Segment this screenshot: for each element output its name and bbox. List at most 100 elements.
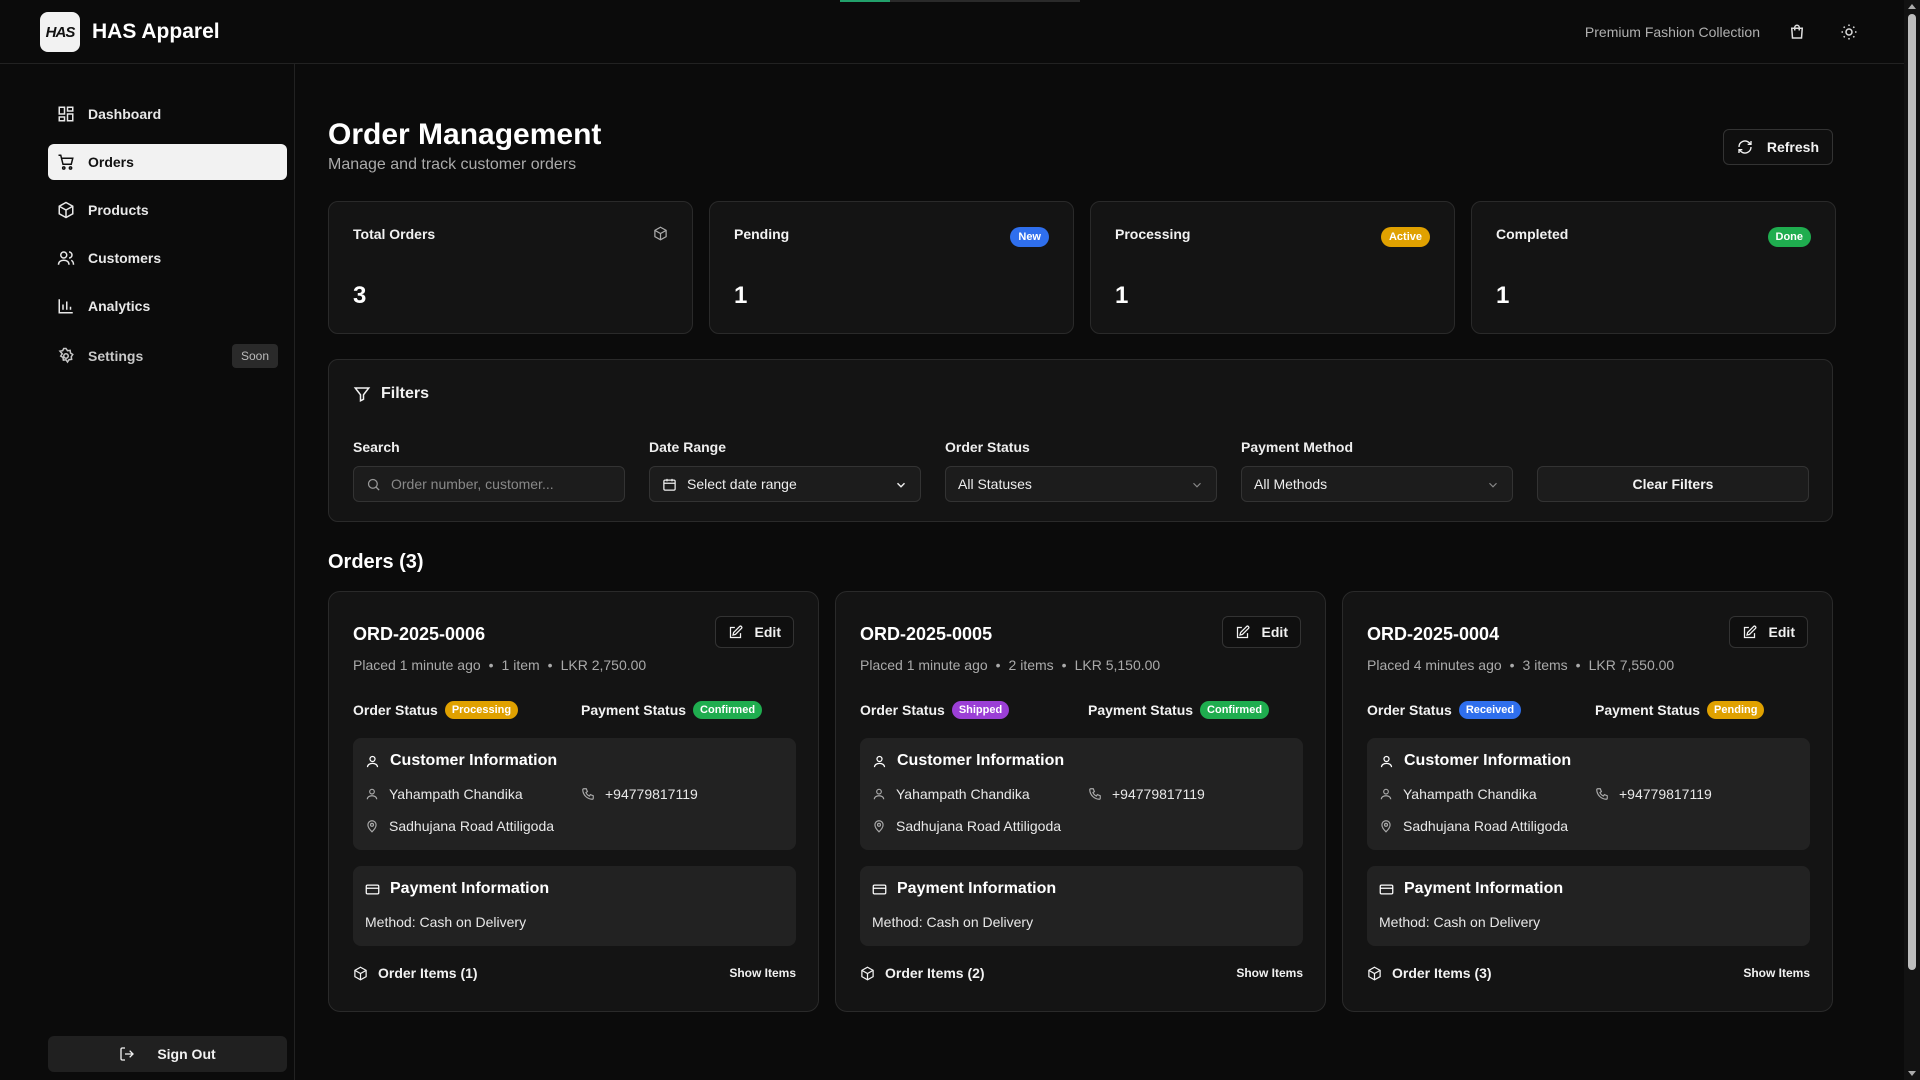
order-total: LKR 7,550.00	[1588, 657, 1675, 673]
user-icon	[1379, 787, 1393, 801]
payment-method: Method: Cash on Delivery	[365, 914, 527, 930]
orders-list: ORD-2025-0006 Edit Placed 1 minute ago • …	[328, 591, 1833, 1012]
payment-method-group: Payment Method All Methods	[1241, 439, 1513, 502]
show-items-button[interactable]: Show Items	[1743, 966, 1810, 980]
credit-card-icon	[1379, 882, 1394, 897]
payment-status-label: Payment Status	[1595, 702, 1701, 718]
box-icon	[653, 226, 668, 241]
customer-info-title: Customer Information	[1404, 752, 1572, 769]
date-range-value: Select date range	[687, 476, 797, 492]
show-items-button[interactable]: Show Items	[1236, 966, 1303, 980]
stat-label: Pending	[734, 226, 790, 242]
edit-icon	[1235, 625, 1250, 640]
users-icon	[56, 248, 76, 268]
sidebar-item-analytics[interactable]: Analytics	[48, 288, 287, 324]
orders-heading: Orders (3)	[328, 551, 424, 573]
payment-method-select[interactable]: All Methods	[1241, 466, 1513, 502]
search-icon	[366, 477, 381, 492]
stat-value: 1	[1496, 282, 1510, 309]
customer-address: Sadhujana Road Attiligoda	[1403, 818, 1569, 834]
date-range-picker[interactable]: Select date range	[649, 466, 921, 502]
page-subtitle: Manage and track customer orders	[328, 156, 577, 173]
order-card: ORD-2025-0006 Edit Placed 1 minute ago • …	[328, 591, 819, 1012]
edit-label: Edit	[1261, 624, 1288, 640]
scroll-down-icon[interactable]	[1908, 1071, 1916, 1076]
payment-method: Method: Cash on Delivery	[872, 914, 1034, 930]
edit-label: Edit	[754, 624, 781, 640]
customer-phone: +94779817119	[605, 786, 698, 802]
order-total: LKR 2,750.00	[560, 657, 647, 673]
order-status-badge: Shipped	[951, 701, 1010, 719]
status-badge: Done	[1767, 227, 1811, 247]
search-placeholder: Order number, customer...	[391, 476, 554, 492]
sidebar-item-products[interactable]: Products	[48, 192, 287, 228]
box-icon	[1367, 966, 1382, 981]
order-status-select[interactable]: All Statuses	[945, 466, 1217, 502]
filters-panel: Filters Search Order number, customer...…	[328, 359, 1833, 522]
status-row: Order Status Shipped Payment Status Confir…	[860, 701, 1316, 719]
edit-order-button[interactable]: Edit	[1728, 616, 1808, 648]
map-pin-icon	[1379, 819, 1393, 833]
placed-time: Placed 1 minute ago	[353, 657, 481, 673]
sidebar-item-label: Analytics	[88, 298, 151, 314]
date-range-group: Date Range Select date range	[649, 439, 921, 502]
bar-chart-icon	[56, 296, 76, 316]
date-range-label: Date Range	[649, 439, 727, 455]
search-input[interactable]: Order number, customer...	[353, 466, 625, 502]
loading-indicator	[840, 0, 1080, 2]
order-status-group: Order Status All Statuses	[945, 439, 1217, 502]
sun-icon[interactable]	[1834, 17, 1864, 47]
shopping-bag-icon[interactable]	[1782, 17, 1812, 47]
sidebar-item-settings[interactable]: Settings Soon	[48, 338, 287, 374]
cart-icon	[56, 152, 76, 172]
sidebar-item-label: Orders	[88, 154, 134, 170]
order-number: ORD-2025-0004	[1367, 624, 1500, 644]
filters-title: Filters	[353, 385, 429, 403]
customer-phone: +94779817119	[1619, 786, 1712, 802]
order-items-label: Order Items (2)	[885, 965, 985, 981]
sidebar-item-orders[interactable]: Orders	[48, 144, 287, 180]
payment-method: Method: Cash on Delivery	[1379, 914, 1541, 930]
user-icon	[365, 787, 379, 801]
payment-status-badge: Pending	[1707, 701, 1765, 719]
page-title: Order Management	[328, 118, 602, 151]
sign-out-button[interactable]: Sign Out	[48, 1036, 287, 1072]
edit-order-button[interactable]: Edit	[1221, 616, 1301, 648]
separator-dot: •	[547, 657, 553, 673]
brand[interactable]: HAS HAS Apparel	[40, 12, 220, 52]
edit-order-button[interactable]: Edit	[714, 616, 794, 648]
clear-filters-button[interactable]: Clear Filters	[1537, 466, 1809, 502]
show-items-button[interactable]: Show Items	[729, 966, 796, 980]
payment-info-title: Payment Information	[897, 880, 1057, 897]
filters-title-label: Filters	[381, 385, 430, 402]
payment-status-label: Payment Status	[1088, 702, 1194, 718]
credit-card-icon	[872, 882, 887, 897]
scrollbar-thumb[interactable]	[1908, 14, 1916, 970]
stat-label: Completed	[1496, 226, 1569, 242]
item-count: 3 items	[1522, 657, 1568, 673]
tagline: Premium Fashion Collection	[1584, 24, 1760, 40]
phone-icon	[581, 787, 595, 801]
refresh-label: Refresh	[1766, 139, 1819, 155]
chevron-down-icon	[894, 478, 908, 492]
status-badge: New	[1010, 227, 1049, 247]
refresh-button[interactable]: Refresh	[1722, 129, 1833, 165]
user-icon	[872, 787, 886, 801]
edit-icon	[1742, 625, 1757, 640]
phone-icon	[1595, 787, 1609, 801]
separator-dot: •	[488, 657, 494, 673]
box-icon	[56, 200, 76, 220]
order-status-label: Order Status	[353, 702, 438, 718]
sidebar-item-dashboard[interactable]: Dashboard	[48, 96, 287, 132]
sidebar-item-customers[interactable]: Customers	[48, 240, 287, 276]
scroll-up-icon[interactable]	[1908, 4, 1916, 9]
dashboard-icon	[56, 104, 76, 124]
payment-info-title: Payment Information	[390, 880, 550, 897]
scrollbar[interactable]	[1904, 0, 1920, 1080]
calendar-icon	[662, 477, 677, 492]
stat-value: 1	[734, 282, 748, 309]
status-row: Order Status Processing Payment Status Con…	[353, 701, 809, 719]
separator-dot: •	[1061, 657, 1067, 673]
brand-logo: HAS	[40, 12, 80, 52]
brand-name: HAS Apparel	[92, 20, 220, 43]
